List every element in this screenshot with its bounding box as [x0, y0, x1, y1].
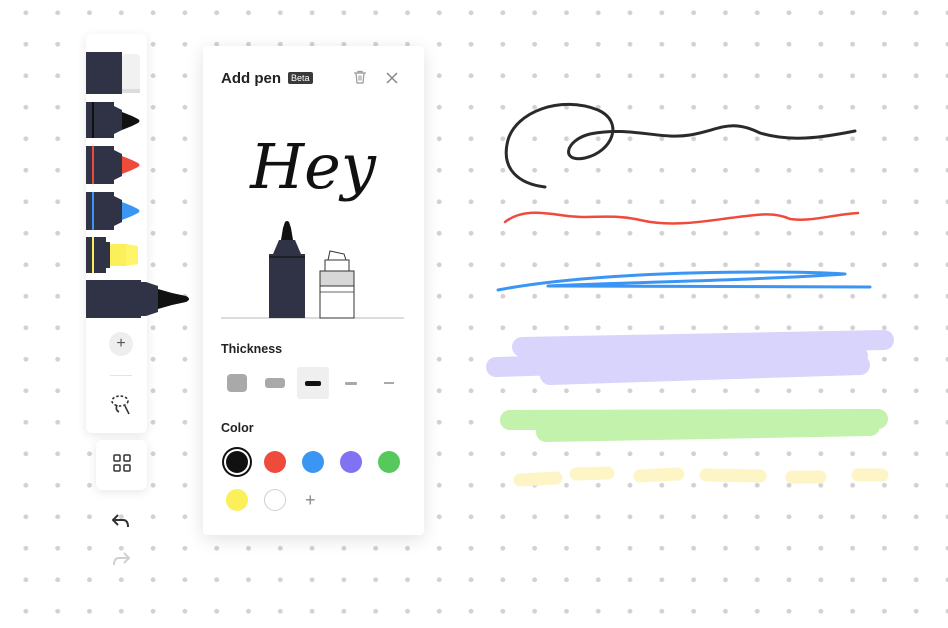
color-swatch-red[interactable] [264, 451, 286, 473]
lasso-icon[interactable] [109, 392, 133, 421]
color-swatch-blue[interactable] [302, 451, 324, 473]
thickness-option-5[interactable] [373, 367, 405, 399]
marker-preview [269, 221, 305, 318]
black-stroke [504, 102, 857, 189]
panel-title: Add pen [221, 70, 281, 87]
yellow-stroke [513, 466, 889, 487]
add-pen-panel: Add pen Beta Hey Thickness Color + [203, 46, 424, 535]
green-stroke [500, 409, 888, 442]
thickness-option-1[interactable] [221, 367, 253, 399]
black-marker-tool[interactable] [86, 102, 140, 138]
thickness-option-4[interactable] [335, 367, 367, 399]
redo-icon[interactable] [112, 551, 130, 572]
color-swatch-purple[interactable] [340, 451, 362, 473]
blue-stroke [496, 270, 872, 292]
highlighter-tool[interactable] [86, 237, 138, 273]
undo-icon[interactable] [112, 513, 130, 534]
preview-text: Hey [249, 130, 377, 203]
color-swatch-black[interactable] [226, 451, 248, 473]
selected-marker-tool[interactable] [86, 280, 146, 318]
thickness-label: Thickness [221, 342, 283, 356]
thickness-option-2[interactable] [259, 367, 291, 399]
purple-stroke [486, 330, 894, 385]
red-marker-tool[interactable] [86, 146, 140, 184]
grid-icon[interactable] [112, 453, 131, 477]
beta-badge: Beta [288, 72, 313, 84]
color-swatch-white[interactable] [264, 489, 286, 511]
blue-marker-tool[interactable] [86, 192, 140, 230]
highlighter-preview [319, 250, 355, 319]
color-swatch-green[interactable] [378, 451, 400, 473]
divider [110, 375, 132, 376]
red-stroke [503, 211, 860, 225]
trash-icon[interactable] [353, 70, 367, 89]
color-swatch-yellow[interactable] [226, 489, 248, 511]
add-color-button[interactable]: + [305, 490, 316, 511]
close-icon[interactable] [386, 71, 398, 89]
color-label: Color [221, 421, 254, 435]
add-pen-button[interactable]: + [109, 332, 133, 356]
apps-panel [96, 440, 147, 490]
thickness-option-3[interactable] [297, 367, 329, 399]
pen-toolbar: + [86, 34, 189, 433]
eraser-tool[interactable] [86, 52, 140, 94]
